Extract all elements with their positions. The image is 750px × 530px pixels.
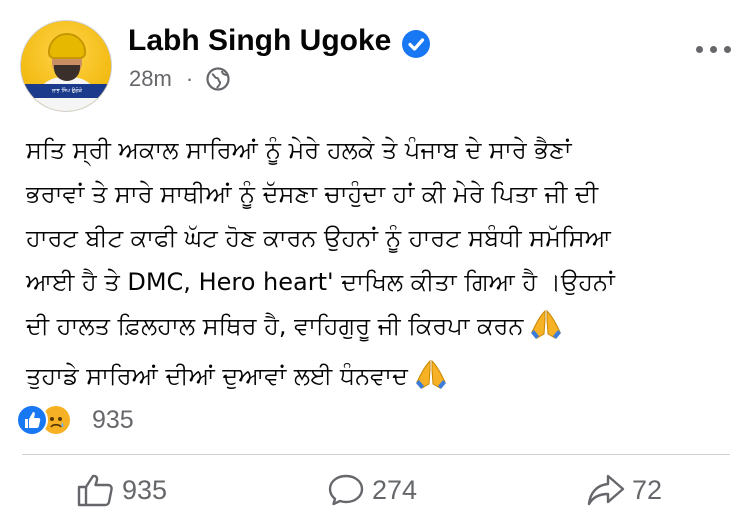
like-reaction-icon	[16, 404, 48, 436]
folded-hands-emoji-icon	[414, 358, 448, 404]
like-count: 935	[122, 474, 168, 505]
post-text-line: ਤੁਹਾਡੇ ਸਾਰਿਆਂ ਦੀਆਂ ਦੁਆਵਾਂ ਲਈ ਧੰਨਵਾਦ	[26, 362, 408, 390]
post-time[interactable]: 28m	[129, 66, 172, 91]
share-button[interactable]: 72	[586, 470, 662, 510]
post-text-line-with-emoji: ਤੁਹਾਡੇ ਸਾਰਿਆਂ ਦੀਆਂ ਦੁਆਵਾਂ ਲਈ ਧੰਨਵਾਦ	[26, 354, 726, 404]
post-text-line: ਭਰਾਵਾਂ ਤੇ ਸਾਰੇ ਸਾਥੀਆਂ ਨੂੰ ਦੱਸਣਾ ਚਾਹੁੰਦਾ …	[26, 180, 599, 208]
post-text-line: ਸਤਿ ਸ੍ਰੀ ਅਕਾਲ ਸਾਰਿਆਂ ਨੂੰ ਮੇਰੇ ਹਲਕੇ ਤੇ ਪੰ…	[26, 136, 572, 164]
post-text-line: ਆਈ ਹੈ ਤੇ DMC, Hero heart' ਦਾਖਿਲ ਕੀਤਾ ਗਿਆ…	[26, 268, 615, 296]
comment-count: 274	[372, 474, 418, 505]
share-count: 72	[632, 474, 663, 505]
avatar-banner-text: ਲਾਭ ਸਿੰਘ ਉਗੋਕੇ	[51, 88, 83, 94]
post-text: ਸਤਿ ਸ੍ਰੀ ਅਕਾਲ ਸਾਰਿਆਂ ਨੂੰ ਮੇਰੇ ਹਲਕੇ ਤੇ ਪੰ…	[26, 128, 726, 404]
like-button[interactable]: 935	[76, 470, 167, 510]
post-text-line: ਦੀ ਹਾਲਤ ਫ਼ਿਲਹਾਲ ਸਥਿਰ ਹੈ, ਵਾਹਿਗੁਰੂ ਜੀ ਕਿਰ…	[26, 312, 524, 340]
post-text-line: ਹਾਰਟ ਬੀਟ ਕਾਫੀ ਘੱਟ ਹੋਣ ਕਾਰਨ ਉਹਨਾਂ ਨੂੰ ਹਾਰ…	[26, 224, 611, 252]
post-meta: 28m ·	[129, 66, 193, 92]
thumbs-up-icon	[77, 474, 113, 507]
folded-hands-emoji-icon	[529, 308, 563, 354]
post-header: ਲਾਭ ਸਿੰਘ ਉਗੋਕੇ Labh Singh Ugoke 28m ·	[0, 0, 750, 120]
author-avatar[interactable]: ਲਾਭ ਸਿੰਘ ਉਗੋਕੇ	[20, 20, 112, 112]
author-name[interactable]: Labh Singh Ugoke	[128, 24, 391, 58]
reaction-count: 935	[92, 406, 134, 434]
globe-icon[interactable]	[205, 66, 231, 92]
actions-divider	[22, 454, 730, 455]
more-options-icon[interactable]	[694, 34, 734, 62]
share-arrow-icon	[587, 474, 625, 506]
meta-separator: ·	[185, 66, 194, 91]
verified-badge-icon	[402, 30, 430, 58]
comment-icon	[328, 474, 364, 506]
post-text-line-with-emoji: ਦੀ ਹਾਲਤ ਫ਼ਿਲਹਾਲ ਸਥਿਰ ਹੈ, ਵਾਹਿਗੁਰੂ ਜੀ ਕਿਰ…	[26, 304, 726, 354]
comment-button[interactable]: 274	[326, 470, 417, 510]
